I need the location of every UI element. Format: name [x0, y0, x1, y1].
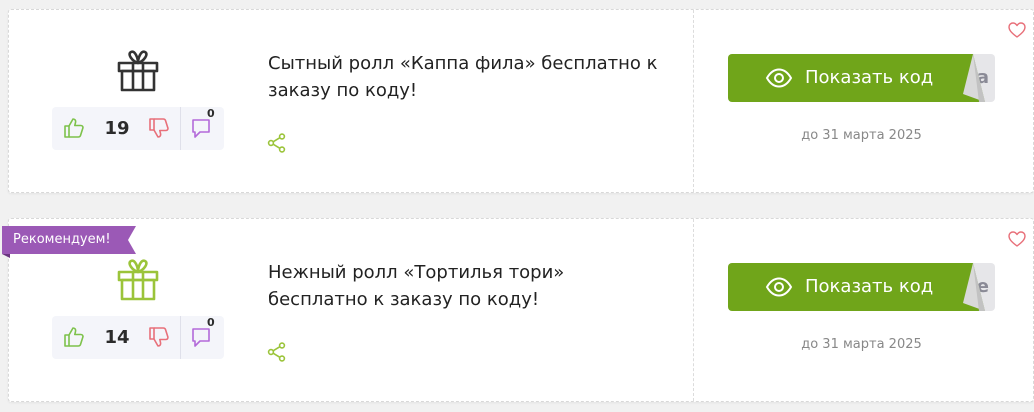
share-icon[interactable] [266, 341, 288, 363]
vote-separator [180, 316, 181, 359]
vote-count: 14 [104, 327, 130, 348]
heart-icon[interactable] [1007, 20, 1027, 40]
button-fold [953, 54, 985, 102]
recommended-badge-label: Рекомендуем! [2, 226, 123, 254]
thumbs-up-icon[interactable] [62, 116, 86, 140]
coupon-card: 14 0 Нежный ролл «Тортилья тори» бесплат… [8, 218, 1034, 402]
gift-icon [115, 48, 161, 94]
card-divider [693, 10, 694, 192]
show-code-main[interactable]: Показать код [728, 54, 973, 102]
ribbon-tail [122, 226, 136, 254]
button-fold [953, 263, 985, 311]
share-icon[interactable] [266, 132, 288, 154]
expiry-date: до 31 марта 2025 [801, 128, 922, 143]
heart-icon[interactable] [1007, 229, 1027, 249]
vote-panel: 19 0 [52, 107, 224, 150]
eye-icon [765, 276, 793, 298]
thumbs-up-icon[interactable] [62, 325, 86, 349]
coupon-title[interactable]: Сытный ролл «Каппа фила» бесплатно к зак… [268, 50, 668, 104]
comment-count: 0 [207, 316, 215, 329]
coupon-card: 19 0 Сытный ролл «Каппа фила» бесплатно … [8, 9, 1034, 193]
thumbs-down-icon[interactable] [147, 116, 171, 140]
show-code-main[interactable]: Показать код [728, 263, 973, 311]
card-divider [693, 219, 694, 401]
expiry-date: до 31 марта 2025 [801, 337, 922, 352]
thumbs-down-icon[interactable] [147, 325, 171, 349]
vote-separator [180, 107, 181, 150]
vote-panel: 14 0 [52, 316, 224, 359]
show-code-button[interactable]: е Показать код [728, 263, 995, 311]
show-code-label: Показать код [805, 67, 934, 88]
coupon-title[interactable]: Нежный ролл «Тортилья тори» бесплатно к … [268, 259, 668, 313]
vote-count: 19 [104, 118, 130, 139]
show-code-button[interactable]: а Показать код [728, 54, 995, 102]
comment-count: 0 [207, 107, 215, 120]
eye-icon [765, 67, 793, 89]
ribbon-fold [2, 254, 10, 258]
show-code-label: Показать код [805, 276, 934, 297]
gift-icon [115, 257, 161, 303]
